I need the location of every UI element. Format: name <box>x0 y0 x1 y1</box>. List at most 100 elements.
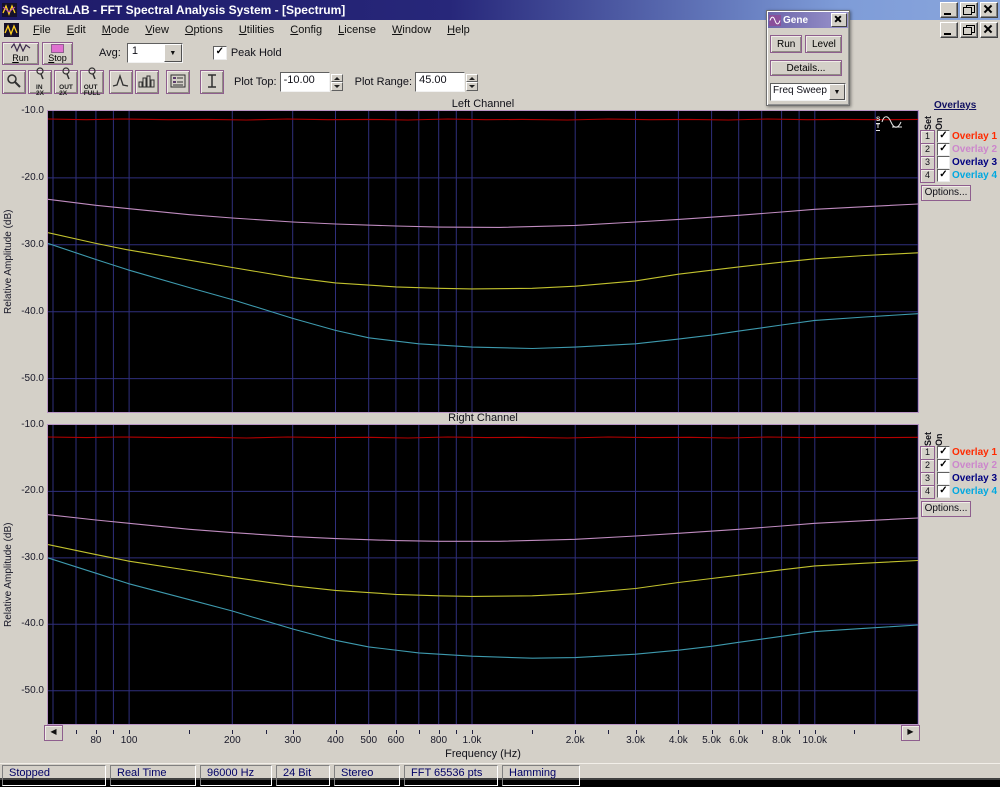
overlay-4-set-button[interactable]: 4 <box>920 484 935 499</box>
scroll-left-arrow[interactable]: ◀ <box>44 725 63 741</box>
menu-mode[interactable]: Mode <box>94 22 138 38</box>
overlay-1-checkbox[interactable]: ✓ <box>937 130 950 143</box>
overlays-panel-right: Set On 1 ✓ Overlay 1 2 ✓ Overlay 2 3 Ove… <box>920 427 999 517</box>
generator-icon <box>769 14 781 26</box>
menu-config[interactable]: Config <box>282 22 330 38</box>
x-tick <box>853 730 855 734</box>
x-tick <box>761 730 763 734</box>
overlay-options-button[interactable]: Options... <box>921 185 971 201</box>
y-tick-label: -40.0 <box>21 618 44 630</box>
x-tick-label: 10.0k <box>802 735 828 746</box>
display-options-button[interactable] <box>166 70 190 94</box>
x-tick <box>814 730 816 734</box>
x-tick <box>575 730 577 734</box>
zoom-select-button[interactable] <box>2 70 26 94</box>
marker-button[interactable] <box>200 70 224 94</box>
x-tick-label: 1.0k <box>462 735 482 746</box>
peak-hold-checkbox[interactable]: ✓ <box>212 46 227 60</box>
overlay-1-checkbox[interactable]: ✓ <box>937 446 950 459</box>
avg-dropdown[interactable]: 1 ▼ <box>126 43 183 63</box>
peak-curve-icon <box>112 73 130 91</box>
magnifier-icon <box>88 67 96 84</box>
right-channel-plot[interactable] <box>47 425 919 724</box>
menu-file[interactable]: File <box>25 22 59 38</box>
plot-top-spinner[interactable] <box>330 73 343 91</box>
x-tick <box>635 730 637 734</box>
x-tick-label: 100 <box>120 735 138 746</box>
menu-options[interactable]: Options <box>177 22 231 38</box>
overlay-4-set-button[interactable]: 4 <box>920 168 935 183</box>
x-tick <box>368 730 370 734</box>
overlay-options-button[interactable]: Options... <box>921 501 971 517</box>
stop-button[interactable]: Stop <box>42 41 73 65</box>
stop-square-icon <box>51 43 64 53</box>
avg-value: 1 <box>131 45 138 57</box>
overlay-3-checkbox[interactable] <box>937 472 950 485</box>
overlay-1-set-button[interactable]: 1 <box>920 445 935 460</box>
overlay-4-checkbox[interactable]: ✓ <box>937 485 950 498</box>
generator-mode-dropdown[interactable]: Freq Sweep ▼ <box>770 83 846 101</box>
generator-run-button[interactable]: Run <box>770 35 802 53</box>
set-column-label: Set <box>923 431 933 446</box>
left-y-axis-title: Relative Amplitude (dB) <box>3 209 14 314</box>
zoom-out-2x-button[interactable]: OUT 2X <box>54 67 78 97</box>
y-tick-label: -20.0 <box>21 171 44 183</box>
y-tick-label: -20.0 <box>21 485 44 497</box>
overlay-2-set-button[interactable]: 2 <box>920 458 935 473</box>
overlay-row: 1 ✓ Overlay 1 <box>920 445 999 460</box>
bar-plot-button[interactable] <box>135 70 159 94</box>
zoom-out-full-button[interactable]: OUT FULL <box>80 67 104 97</box>
i-beam-icon <box>204 73 220 92</box>
x-tick <box>532 730 534 734</box>
chevron-down-icon[interactable]: ▼ <box>829 84 845 100</box>
generator-details-button[interactable]: Details... <box>770 60 842 76</box>
menu-utilities[interactable]: Utilities <box>231 22 282 38</box>
menu-window[interactable]: Window <box>384 22 439 38</box>
plot-range-spinner[interactable] <box>466 73 479 91</box>
minimize-button[interactable] <box>940 2 958 18</box>
overlay-2-checkbox[interactable]: ✓ <box>937 459 950 472</box>
x-tick <box>418 730 420 734</box>
overlay-3-checkbox[interactable] <box>937 156 950 169</box>
status-sample-rate: 96000 Hz <box>200 765 272 786</box>
generator-level-button[interactable]: Level <box>805 35 842 53</box>
left-channel-plot[interactable] <box>47 111 919 412</box>
zoom-in-2x-button[interactable]: IN 2X <box>28 67 52 97</box>
chevron-down-icon[interactable]: ▼ <box>163 44 182 62</box>
menu-view[interactable]: View <box>137 22 177 38</box>
x-tick <box>395 730 397 734</box>
x-tick <box>113 730 115 734</box>
on-column-label: On <box>934 433 944 447</box>
overlay-4-checkbox[interactable]: ✓ <box>937 169 950 182</box>
overlay-row: 2 ✓ Overlay 2 <box>920 142 999 157</box>
status-mode: Real Time <box>110 765 196 786</box>
menu-help[interactable]: Help <box>439 22 478 38</box>
overlay-3-set-button[interactable]: 3 <box>920 471 935 486</box>
magnifier-icon <box>36 67 44 84</box>
run-button[interactable]: Run <box>2 41 39 65</box>
document-icon <box>4 23 19 37</box>
menu-license[interactable]: License <box>330 22 384 38</box>
menu-edit[interactable]: Edit <box>59 22 94 38</box>
x-tick <box>292 730 294 734</box>
close-button[interactable] <box>980 2 998 18</box>
overlay-2-set-button[interactable]: 2 <box>920 142 935 157</box>
y-tick-label: -50.0 <box>21 684 44 696</box>
overlay-1-set-button[interactable]: 1 <box>920 129 935 144</box>
overlay-3-set-button[interactable]: 3 <box>920 155 935 170</box>
child-minimize-button[interactable] <box>940 22 958 38</box>
scroll-right-arrow[interactable]: ▶ <box>901 725 920 741</box>
plot-range-field[interactable]: 45.00 <box>415 72 466 92</box>
child-restore-button[interactable] <box>960 22 978 38</box>
plot-top-field[interactable]: -10.00 <box>279 72 330 92</box>
child-close-button[interactable] <box>980 22 998 38</box>
y-tick-label: -30.0 <box>21 238 44 250</box>
generator-close-icon[interactable] <box>831 13 847 27</box>
restore-button[interactable] <box>960 2 978 18</box>
overlays-header-link[interactable]: Overlays <box>934 100 999 111</box>
overlay-2-checkbox[interactable]: ✓ <box>937 143 950 156</box>
generator-mode-value: Freq Sweep <box>773 85 827 96</box>
x-tick <box>76 730 77 734</box>
overlay-row: 2 ✓ Overlay 2 <box>920 458 999 473</box>
line-plot-button[interactable] <box>109 70 133 94</box>
